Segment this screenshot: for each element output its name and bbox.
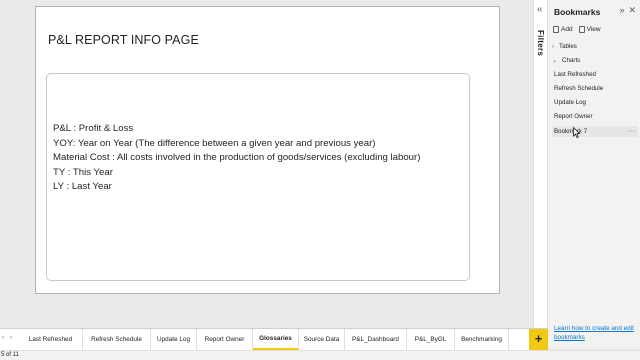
chevron-left-icon[interactable]: ‹ xyxy=(2,335,4,341)
add-bookmark-label: Add xyxy=(561,26,573,33)
bookmark-item[interactable]: Refresh Schedule xyxy=(554,85,603,92)
close-icon[interactable]: ✕ xyxy=(628,5,636,16)
glossary-line: P&L : Profit & Loss xyxy=(53,123,134,134)
filters-pane[interactable]: « Filters xyxy=(533,0,548,328)
bookmark-group-label: Charts xyxy=(562,57,581,64)
chevron-right-icon[interactable]: › xyxy=(10,335,12,341)
page-indicator: 5 of 11 xyxy=(1,352,19,358)
tab-update-log[interactable]: Update Log xyxy=(151,329,197,350)
glossary-line: YOY: Year on Year (The difference betwee… xyxy=(53,137,376,149)
glossary-textbox[interactable]: P&L : Profit & Loss YOY: Year on Year (T… xyxy=(46,73,470,281)
glossary-line: Material Cost : All costs involved in th… xyxy=(53,152,421,163)
status-bar: 5 of 11 xyxy=(0,350,640,360)
chevron-right-icon: › xyxy=(552,43,554,50)
tab-glossaries[interactable]: Glossaries xyxy=(253,329,299,350)
bookmarks-pane: Bookmarks » ✕ Add View › Tables ⌄ Charts… xyxy=(548,0,640,348)
report-canvas: P&L REPORT INFO PAGE P&L : Profit & Loss… xyxy=(0,0,533,328)
bookmark-group-tables[interactable]: › Tables xyxy=(552,43,577,50)
bookmarks-title: Bookmarks xyxy=(554,7,601,17)
mouse-cursor-icon xyxy=(573,127,580,138)
chevron-double-right-icon[interactable]: » xyxy=(619,5,624,16)
chevron-down-icon: ⌄ xyxy=(552,58,558,64)
bookmark-item-label: Bookmark 7 xyxy=(554,128,588,135)
tab-pl-dashboard[interactable]: P&L_Dashboard xyxy=(345,329,407,350)
learn-bookmarks-link[interactable]: Learn how to create and edit bookmarks xyxy=(554,325,636,342)
glossary-list: P&L : Profit & Loss YOY: Year on Year (T… xyxy=(53,122,420,195)
tab-last-refreshed[interactable]: Last Refreshed xyxy=(19,329,83,350)
view-bookmarks-label: View xyxy=(586,26,601,33)
bookmark-group-charts[interactable]: ⌄ Charts xyxy=(552,57,580,64)
tab-refresh-schedule[interactable]: Refresh Schedule xyxy=(83,329,151,350)
bookmark-icon xyxy=(553,26,559,33)
bookmark-item-selected[interactable]: Bookmark 7 ··· xyxy=(552,126,638,137)
page-title: P&L REPORT INFO PAGE xyxy=(48,33,199,47)
bookmark-group-label: Tables xyxy=(559,43,577,50)
bookmark-item[interactable]: Report Owner xyxy=(554,113,593,120)
filters-label[interactable]: Filters xyxy=(536,30,545,56)
view-bookmarks-button[interactable]: View xyxy=(578,26,601,33)
add-bookmark-button[interactable]: Add xyxy=(553,26,573,33)
tab-report-owner[interactable]: Report Owner xyxy=(197,329,253,350)
add-page-button[interactable]: + xyxy=(529,329,548,350)
view-icon xyxy=(578,26,585,33)
tab-source-data[interactable]: Source Data xyxy=(299,329,345,350)
chevron-double-left-icon[interactable]: « xyxy=(537,4,543,15)
bookmark-item[interactable]: Update Log xyxy=(554,99,586,106)
bookmark-item[interactable]: Last Refreshed xyxy=(554,71,596,78)
page-tab-bar: ‹ › Last Refreshed Refresh Schedule Upda… xyxy=(0,328,548,350)
tab-benchmarking[interactable]: Benchmarking xyxy=(455,329,509,350)
report-page: P&L REPORT INFO PAGE P&L : Profit & Loss… xyxy=(35,6,500,294)
glossary-line: TY : This Year xyxy=(53,166,113,178)
glossary-line: LY : Last Year xyxy=(53,181,112,192)
tab-pl-bygl[interactable]: P&L_ByGL xyxy=(407,329,455,350)
more-options-icon[interactable]: ··· xyxy=(628,126,635,137)
